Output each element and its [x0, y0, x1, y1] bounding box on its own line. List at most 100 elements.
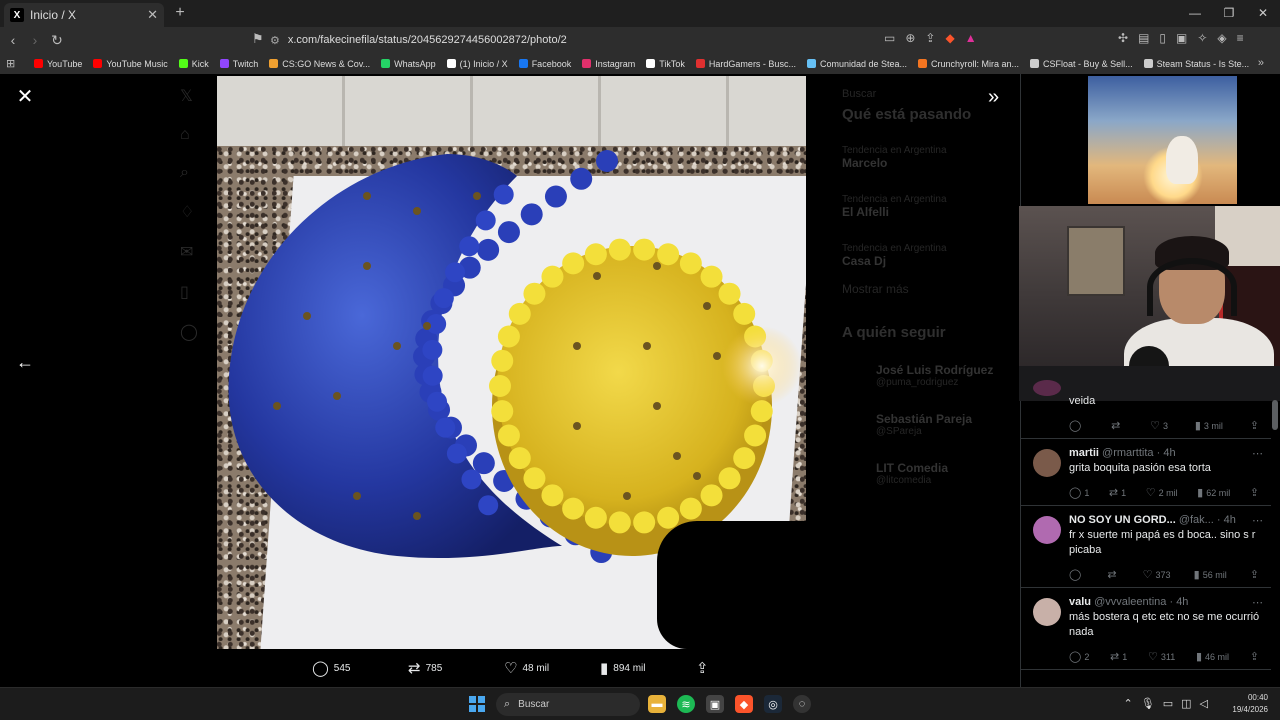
reply-item[interactable]: valu @vvvaleentina · 4h ⋯ más bostera q et… — [1021, 588, 1271, 670]
share-button[interactable]: ⇪ — [1250, 419, 1259, 432]
like-button[interactable]: ♡ 2 mil — [1146, 486, 1178, 499]
views-button[interactable]: ▮ 56 mil — [1194, 568, 1227, 581]
avatar[interactable] — [1033, 380, 1061, 396]
avatar[interactable] — [1033, 516, 1061, 544]
avatar[interactable] — [1033, 598, 1061, 626]
repost-button[interactable]: ⇄ 1 — [1109, 486, 1126, 499]
avatar[interactable] — [1033, 449, 1061, 477]
reply-button[interactable]: ◯ 545 — [312, 659, 350, 677]
bookmark-item[interactable]: Facebook — [518, 59, 571, 69]
bookmark-item[interactable]: Comunidad de Stea... — [806, 59, 907, 69]
reply-button[interactable]: ◯ 1 — [1069, 486, 1089, 499]
scrollbar-thumb[interactable] — [1272, 400, 1278, 430]
network-icon[interactable]: ◫ — [1181, 697, 1191, 710]
close-window-icon[interactable]: ✕ — [1246, 0, 1280, 27]
like-button[interactable]: ♡ 311 — [1148, 650, 1175, 663]
share-icon[interactable]: ⇪ — [925, 31, 935, 45]
reply-author-name[interactable]: martii — [1069, 447, 1099, 459]
expand-icon[interactable]: » — [988, 87, 999, 107]
tab-close-icon[interactable]: ✕ — [147, 7, 158, 23]
reply-item[interactable]: veida ◯ ⇄ ♡ 3 ▮ 3 mil ⇪ — [1021, 380, 1271, 439]
bookmark-item[interactable]: CS:GO News & Cov... — [269, 59, 370, 69]
reply-author-name[interactable]: valu — [1069, 596, 1091, 608]
extensions-icon[interactable]: ✣ — [1118, 31, 1128, 45]
windows-start-icon[interactable] — [469, 696, 485, 712]
display-icon[interactable]: ▭ — [1163, 697, 1173, 710]
more-options-icon[interactable]: ⋯ — [1252, 447, 1263, 460]
cast-icon[interactable]: ▭ — [884, 31, 895, 45]
brave-shield-icon[interactable]: ◆ — [945, 31, 954, 45]
sidebar-icon[interactable]: ▯ — [1159, 31, 1166, 45]
app-icon[interactable]: ▣ — [706, 695, 724, 713]
reply-time[interactable]: 4h — [1224, 514, 1236, 526]
repost-button[interactable]: ⇄ 1 — [1110, 650, 1127, 663]
reply-author-handle[interactable]: @rmarttita — [1102, 447, 1154, 459]
minimize-icon[interactable]: — — [1178, 0, 1212, 27]
zoom-icon[interactable]: ⊕ — [905, 31, 915, 45]
reply-author-handle[interactable]: @fak... — [1179, 514, 1214, 526]
reply-media-image[interactable] — [1088, 76, 1237, 204]
brave-rewards-icon[interactable]: ▲ — [965, 31, 977, 45]
like-button[interactable]: ♡ 3 — [1150, 419, 1168, 432]
file-explorer-icon[interactable]: ▬ — [648, 695, 666, 713]
system-clock[interactable]: 00:40 19/4/2026 — [1232, 692, 1268, 716]
bookmark-item[interactable]: WhatsApp — [381, 59, 436, 69]
more-options-icon[interactable]: ⋯ — [1252, 596, 1263, 609]
bookmark-item[interactable]: Steam Status - Is Ste... — [1143, 59, 1249, 69]
reply-button[interactable]: ◯ — [1069, 568, 1084, 581]
reply-button[interactable]: ◯ 2 — [1069, 650, 1089, 663]
bookmark-item[interactable]: YouTube Music — [93, 59, 168, 69]
views-button[interactable]: ▮ 3 mil — [1195, 419, 1223, 432]
brave-browser-icon[interactable]: ◆ — [735, 695, 753, 713]
share-button[interactable]: ⇪ — [1250, 486, 1259, 499]
reader-icon[interactable]: ▤ — [1138, 31, 1149, 45]
new-tab-button[interactable]: + — [170, 4, 190, 22]
close-icon[interactable]: ✕ — [16, 87, 34, 107]
reply-item[interactable]: martii @rmarttita · 4h ⋯ grita boquita pas… — [1021, 439, 1271, 506]
reload-icon[interactable]: ↻ — [46, 32, 68, 49]
bookmark-item[interactable]: Twitch — [219, 59, 258, 69]
views-button[interactable]: ▮ 46 mil — [1196, 650, 1229, 663]
bookmark-item[interactable]: Instagram — [582, 59, 635, 69]
bookmark-item[interactable]: CSFloat - Buy & Sell... — [1030, 59, 1133, 69]
bookmark-item[interactable]: HardGamers - Busc... — [695, 59, 796, 69]
spotify-icon[interactable]: ≋ — [677, 695, 695, 713]
reply-time[interactable]: 4h — [1176, 596, 1188, 608]
reply-author-name[interactable]: NO SOY UN GORD... — [1069, 514, 1176, 526]
bookmark-item[interactable]: (1) Inicio / X — [446, 59, 508, 69]
share-button[interactable]: ⇪ — [1250, 568, 1259, 581]
views-button[interactable]: ▮ 62 mil — [1197, 486, 1230, 499]
reply-time[interactable]: 4h — [1163, 447, 1175, 459]
bookmark-icon[interactable]: ⚑ — [252, 31, 264, 47]
browser-tab[interactable]: X Inicio / X ✕ — [4, 3, 164, 27]
leo-ai-icon[interactable]: ✧ — [1197, 31, 1207, 45]
volume-icon[interactable]: ◁ — [1200, 697, 1208, 710]
wallet-icon[interactable]: ▣ — [1176, 31, 1187, 45]
share-button[interactable]: ⇪ — [1250, 650, 1259, 663]
menu-icon[interactable]: ≡ — [1237, 31, 1244, 45]
like-button[interactable]: ♡ 48 mil — [504, 659, 549, 677]
microphone-icon[interactable]: 🎙 — [1141, 697, 1155, 710]
reply-button[interactable]: ◯ — [1069, 419, 1084, 432]
reply-item[interactable]: NO SOY UN GORD... @fak... · 4h ⋯ fr x suer… — [1021, 506, 1271, 588]
back-icon[interactable]: ‹ — [2, 32, 24, 48]
apps-grid-icon[interactable]: ⊞ — [6, 57, 22, 70]
steam-icon[interactable]: ◎ — [764, 695, 782, 713]
like-button[interactable]: ♡ 373 — [1143, 568, 1171, 581]
bookmark-item[interactable]: TikTok — [646, 59, 685, 69]
repost-button[interactable]: ⇄ 785 — [408, 659, 442, 677]
repost-button[interactable]: ⇄ — [1107, 568, 1119, 581]
bookmark-item[interactable]: YouTube — [34, 59, 82, 69]
bookmark-item[interactable]: Crunchyroll: Mira an... — [918, 59, 1019, 69]
vpn-icon[interactable]: ◈ — [1217, 31, 1226, 45]
tweet-photo[interactable] — [217, 76, 806, 649]
site-info-icon[interactable]: ⚙ — [270, 34, 280, 47]
more-options-icon[interactable]: ⋯ — [1252, 514, 1263, 527]
bookmark-item[interactable]: Kick — [178, 59, 209, 69]
previous-photo-icon[interactable]: ← — [16, 352, 34, 373]
more-bookmarks-icon[interactable]: » — [1258, 57, 1264, 69]
repost-button[interactable]: ⇄ — [1111, 419, 1123, 432]
views-button[interactable]: ▮ 894 mil — [600, 659, 646, 677]
chevron-up-icon[interactable]: ⌃ — [1124, 697, 1133, 710]
forward-icon[interactable]: › — [24, 32, 46, 48]
